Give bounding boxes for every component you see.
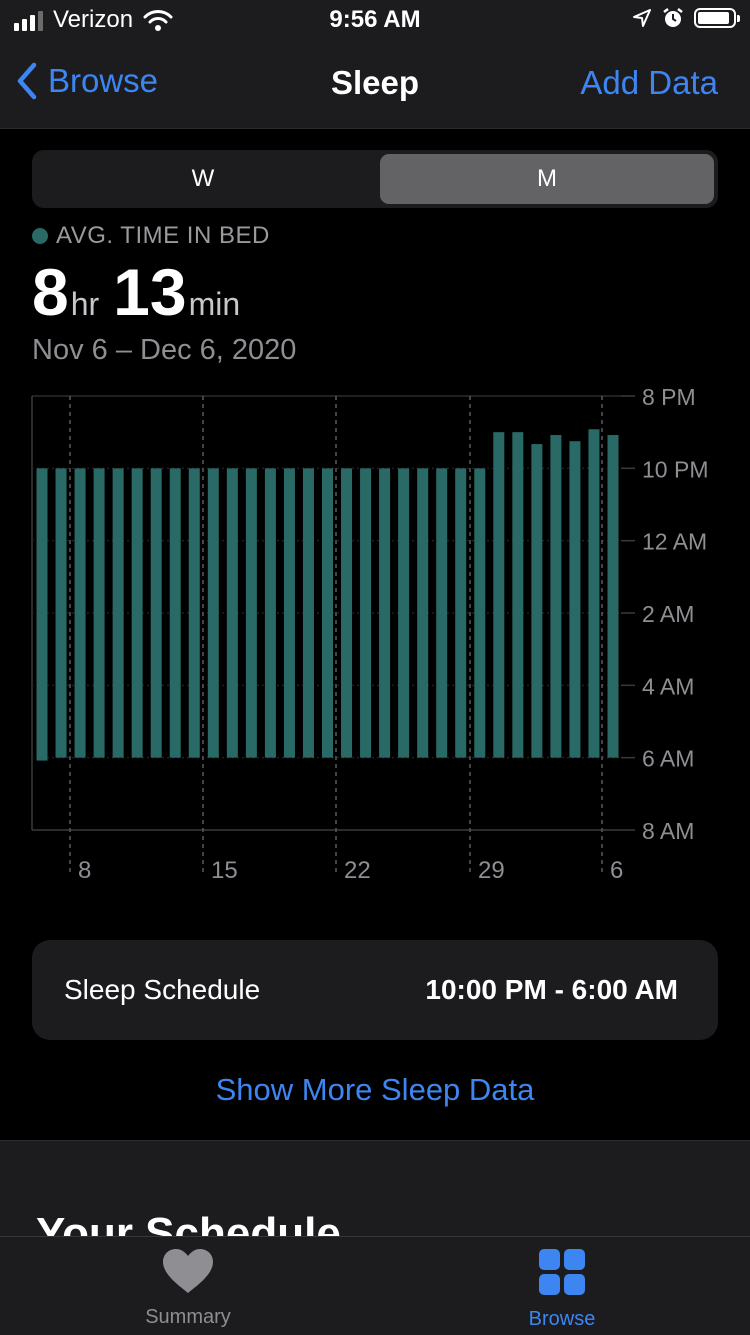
sleep-bar — [322, 468, 333, 758]
sleep-bar — [112, 468, 124, 758]
sleep-bar — [245, 468, 257, 758]
sleep-schedule-card[interactable]: Sleep Schedule 10:00 PM - 6:00 AM — [32, 940, 718, 1040]
x-tick-label: 8 — [78, 857, 91, 884]
sleep-bar — [169, 468, 181, 758]
tab-browse[interactable]: Browse — [462, 1247, 662, 1331]
sleep-bar — [607, 435, 619, 758]
sleep-bar — [436, 468, 448, 758]
hours-value: 8 — [32, 255, 69, 329]
y-tick-label: 10 PM — [642, 456, 708, 482]
x-tick-label: 15 — [211, 857, 238, 884]
tab-bar: Summary Browse — [0, 1236, 750, 1335]
sleep-bar — [226, 468, 238, 758]
sleep-bar — [74, 468, 86, 758]
status-right — [632, 7, 740, 29]
sleep-bar — [531, 444, 543, 758]
segment-week[interactable]: W — [36, 154, 370, 204]
sleep-bar — [131, 468, 143, 758]
y-tick-label: 8 AM — [642, 818, 694, 844]
battery-icon — [694, 8, 740, 28]
status-bar: Verizon 9:56 AM — [0, 0, 750, 40]
schedule-value: 10:00 PM - 6:00 AM — [425, 974, 678, 1005]
y-tick-label: 6 AM — [642, 746, 694, 772]
x-tick-label: 22 — [344, 857, 371, 884]
minutes-value: 13 — [113, 255, 187, 329]
sleep-bar — [36, 468, 48, 761]
alarm-icon — [663, 8, 683, 27]
section-title: Your Schedule — [36, 1209, 341, 1239]
tab-browse-label: Browse — [528, 1308, 596, 1330]
grid-icon — [539, 1249, 585, 1295]
tab-summary[interactable]: Summary — [88, 1247, 288, 1329]
sleep-bar — [341, 468, 353, 758]
time-in-bed-chart[interactable]: 8 PM 10 PM 12 AM 2 AM 4 AM 6 AM 8 AM 8 15 22 29 6 — [0, 380, 750, 900]
sleep-bar — [588, 429, 600, 758]
y-tick-label: 4 AM — [642, 673, 694, 699]
hours-unit: hr — [70, 286, 100, 322]
date-range: Nov 6 – Dec 6, 2020 — [32, 334, 297, 366]
sleep-bar — [417, 468, 429, 758]
your-schedule-section: Your Schedule — [0, 1140, 750, 1239]
tab-summary-label: Summary — [145, 1306, 231, 1328]
nav-bar: Browse Sleep Add Data — [0, 40, 750, 129]
sleep-bar — [360, 468, 372, 758]
x-tick-label: 6 — [610, 857, 623, 884]
y-tick-label: 8 PM — [642, 384, 696, 410]
sleep-bar — [302, 468, 314, 758]
sleep-bar — [379, 468, 391, 758]
chart-legend: AVG. TIME IN BED — [32, 222, 270, 250]
legend-dot — [32, 228, 48, 244]
legend-label: AVG. TIME IN BED — [56, 222, 270, 249]
sleep-bar — [493, 432, 505, 758]
range-segmented-control: W M — [32, 150, 718, 208]
sleep-bar — [398, 468, 410, 758]
sleep-bar — [550, 435, 562, 758]
add-data-button[interactable]: Add Data — [580, 64, 718, 102]
sleep-bar — [455, 468, 467, 758]
show-more-sleep-data-link[interactable]: Show More Sleep Data — [0, 1072, 750, 1108]
sleep-bar — [283, 468, 295, 758]
sleep-bar — [188, 468, 200, 758]
sleep-bar — [474, 468, 486, 758]
sleep-bar — [55, 468, 67, 758]
schedule-label: Sleep Schedule — [64, 974, 261, 1005]
sleep-bar — [150, 468, 162, 758]
heart-icon — [163, 1249, 213, 1293]
y-tick-label: 12 AM — [642, 529, 707, 555]
sleep-bar — [207, 468, 219, 758]
sleep-bar — [93, 468, 105, 758]
y-tick-label: 2 AM — [642, 601, 694, 627]
x-tick-label: 29 — [478, 857, 505, 884]
sleep-bar — [569, 441, 581, 758]
avg-time-value: 8 hr 13 min — [32, 254, 254, 330]
sleep-bar — [512, 432, 524, 758]
minutes-unit: min — [188, 286, 241, 322]
sleep-bar — [264, 468, 276, 758]
location-arrow-icon — [633, 9, 651, 27]
segment-month[interactable]: M — [380, 154, 714, 204]
